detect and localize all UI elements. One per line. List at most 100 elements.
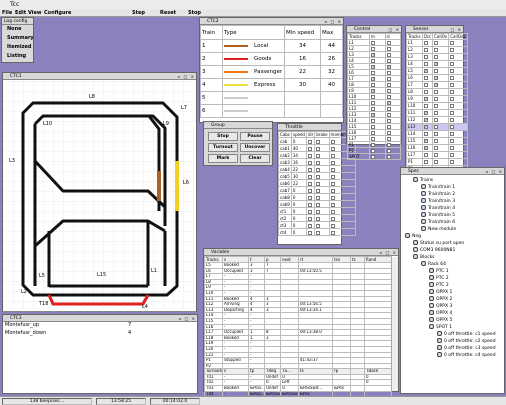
throttle-titlebar[interactable]: Throttle <box>278 124 341 131</box>
throttle-checkbox[interactable] <box>316 223 321 228</box>
train-row[interactable]: 2 Goods 16 26 <box>200 52 343 66</box>
control-checkbox[interactable] <box>371 107 375 111</box>
sensor-checkbox[interactable] <box>450 146 455 150</box>
sensor-row[interactable]: L6 <box>406 74 468 82</box>
tree-node[interactable]: OPPX 3 <box>401 303 504 310</box>
sensor-row[interactable]: L11 <box>406 109 468 117</box>
cab-speed[interactable]: 0 <box>290 221 307 229</box>
cab-speed[interactable]: 0 <box>290 214 307 222</box>
tree-node[interactable]: 0 off throttle: c3 speed <box>401 345 504 352</box>
sensor-row[interactable]: L2 <box>406 46 468 54</box>
sensor-checkbox[interactable] <box>423 97 428 102</box>
sensor-checkbox[interactable] <box>423 83 428 87</box>
throttle-checkbox[interactable] <box>316 160 321 165</box>
sensor-checkbox[interactable] <box>434 104 439 108</box>
sensor-checkbox[interactable] <box>450 76 455 80</box>
sensor-checkbox[interactable] <box>423 153 428 157</box>
sensor-checkbox[interactable] <box>434 160 439 164</box>
mark-button[interactable]: Mark <box>208 154 238 163</box>
sensor-row[interactable]: L13 <box>406 123 468 131</box>
tree-node[interactable]: Train/train 6 <box>401 219 504 226</box>
sensor-checkbox[interactable] <box>423 132 428 136</box>
throttle-checkbox[interactable] <box>307 167 312 172</box>
sensor-titlebar[interactable]: Sensor □ × <box>406 26 463 33</box>
sensor-checkbox[interactable] <box>423 41 428 45</box>
sensor-checkbox[interactable] <box>423 55 428 59</box>
sensor-checkbox[interactable] <box>450 153 455 157</box>
sensor-row[interactable]: L12 <box>406 116 468 124</box>
sensor-checkbox[interactable] <box>434 69 439 73</box>
window-controls[interactable]: □ × <box>389 27 400 32</box>
tree-node[interactable]: PTC 1 <box>401 268 504 275</box>
sensor-checkbox[interactable] <box>450 48 455 52</box>
sensor-checkbox[interactable] <box>450 97 455 101</box>
throttle-checkbox[interactable] <box>316 167 321 172</box>
sensor-checkbox[interactable] <box>423 111 428 116</box>
train-row[interactable]: 6 <box>200 104 343 118</box>
variable-scrollbar[interactable] <box>391 257 398 391</box>
sensor-checkbox[interactable] <box>423 160 428 164</box>
cab-speed[interactable]: 0 <box>290 228 307 236</box>
sensor-checkbox[interactable] <box>450 139 455 143</box>
throttle-checkbox[interactable] <box>307 223 312 228</box>
control-checkbox[interactable] <box>386 131 391 135</box>
tree-node[interactable]: PTC 3 <box>401 282 504 289</box>
control-titlebar[interactable]: Control □ × <box>347 26 401 33</box>
control-checkbox[interactable] <box>386 119 391 123</box>
tree-node[interactable]: OPPX 2 <box>401 296 504 303</box>
throttle-checkbox[interactable] <box>330 139 335 144</box>
cab-speed[interactable]: 16 <box>290 158 307 166</box>
tree-node[interactable]: Trains <box>401 177 504 184</box>
sensor-row[interactable]: L10 <box>406 102 468 110</box>
cab-speed[interactable]: 0 <box>290 200 307 208</box>
control-checkbox[interactable] <box>386 137 391 141</box>
control-checkbox[interactable] <box>386 41 391 45</box>
tree-node[interactable]: Neg <box>401 233 504 240</box>
throttle-checkbox[interactable] <box>316 195 321 200</box>
throttle-checkbox[interactable] <box>330 153 335 158</box>
pause-button[interactable]: Pause <box>240 132 270 141</box>
throttle-checkbox[interactable] <box>316 188 321 193</box>
control-checkbox[interactable] <box>371 143 375 147</box>
cab-speed[interactable]: 22 <box>290 179 307 187</box>
sensor-checkbox[interactable] <box>423 48 428 52</box>
sensor-row[interactable]: L14 <box>406 130 468 138</box>
control-checkbox[interactable] <box>386 53 391 57</box>
throttle-checkbox[interactable] <box>307 188 312 193</box>
control-checkbox[interactable] <box>386 59 391 63</box>
control-checkbox[interactable] <box>371 101 375 105</box>
sensor-checkbox[interactable] <box>450 69 455 73</box>
throttle-checkbox[interactable] <box>330 146 335 151</box>
tree-node[interactable]: PTC 2 <box>401 275 504 282</box>
cab-speed[interactable]: 30 <box>290 172 307 180</box>
throttle-checkbox[interactable] <box>307 181 312 186</box>
menu-reset[interactable]: Reset <box>160 9 176 17</box>
window-controls[interactable]: ▫ □ × <box>486 169 503 174</box>
train-row[interactable]: 4 Express 30 40 <box>200 78 343 92</box>
sensor-checkbox[interactable] <box>434 139 439 143</box>
tree-node[interactable]: OPPX 4 <box>401 310 504 317</box>
sensor-checkbox[interactable] <box>423 76 428 80</box>
ctc1-titlebar[interactable]: CTC1 ▫ □ × <box>3 73 196 80</box>
control-checkbox[interactable] <box>386 107 391 111</box>
control-checkbox[interactable] <box>371 83 375 87</box>
tree-node[interactable]: 0 off throttle: c1 speed <box>401 331 504 338</box>
cab-speed[interactable]: 0 <box>290 193 307 201</box>
sensor-checkbox[interactable] <box>450 90 455 94</box>
control-checkbox[interactable] <box>371 59 375 63</box>
throttle-checkbox[interactable] <box>316 139 321 144</box>
sensor-checkbox[interactable] <box>450 104 455 108</box>
control-checkbox[interactable] <box>371 53 375 57</box>
control-checkbox[interactable] <box>386 47 391 51</box>
sensor-checkbox[interactable] <box>423 146 428 151</box>
throttle-checkbox[interactable] <box>316 153 321 158</box>
sensor-checkbox[interactable] <box>450 111 455 115</box>
sensor-checkbox[interactable] <box>423 69 428 74</box>
throttle-checkbox[interactable] <box>307 160 312 165</box>
sensor-checkbox[interactable] <box>434 83 438 88</box>
sensor-checkbox[interactable] <box>423 125 428 130</box>
sensor-row[interactable]: L1 <box>406 39 468 47</box>
control-checkbox[interactable] <box>386 95 391 99</box>
throttle-checkbox[interactable] <box>330 209 335 214</box>
sensor-checkbox[interactable] <box>434 62 438 67</box>
